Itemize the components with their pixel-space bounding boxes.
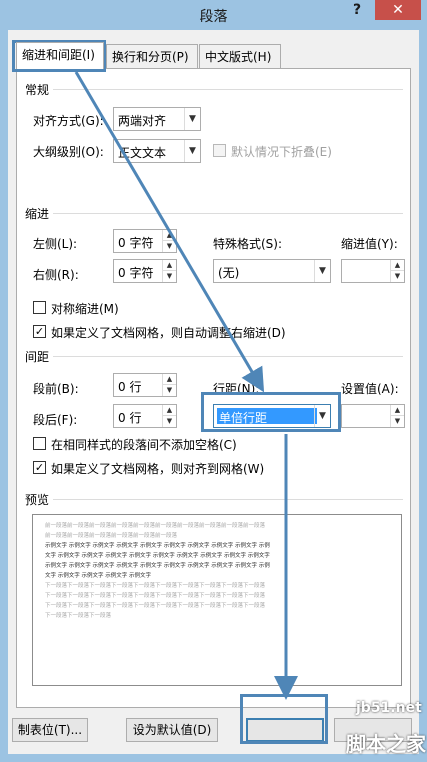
- set-default-button[interactable]: 设为默认值(D): [126, 718, 218, 742]
- spin-up-icon[interactable]: ▲: [391, 260, 404, 271]
- general-divider: [53, 89, 403, 90]
- preview-line: 示例文字 示例文字 示例文字 示例文字 示例文字 示例文字 示例文字 示例文字 …: [45, 563, 270, 569]
- special-label: 特殊格式(S):: [213, 237, 283, 251]
- tab-asian-typography[interactable]: 中文版式(H): [199, 44, 281, 68]
- spacing-divider: [53, 356, 403, 357]
- special-value: (无): [218, 266, 240, 280]
- outline-label: 大纲级别(O):: [33, 145, 104, 159]
- snap-grid-checkbox[interactable]: ✓: [33, 461, 46, 474]
- annotation-box-line-spacing: [201, 392, 341, 432]
- preview-line: 文字 示例文字 示例文字 示例文字 示例文字 示例文字 示例文字 示例文字 示例…: [45, 553, 270, 559]
- annotation-box-ok: [240, 694, 328, 744]
- close-button[interactable]: ✕: [375, 0, 421, 20]
- left-indent-label: 左侧(L):: [33, 237, 78, 251]
- space-before-label: 段前(B):: [33, 382, 79, 396]
- indent-heading: 缩进: [25, 207, 50, 221]
- spinner-buttons: ▲ ▼: [390, 260, 404, 282]
- preview-line: 下一段落下一段落下一段落下一段落下一段落下一段落下一段落下一段落下一段落下一段落: [45, 583, 266, 589]
- right-indent-spinner[interactable]: 0 字符 ▲ ▼: [113, 259, 177, 283]
- spin-down-icon[interactable]: ▼: [163, 416, 176, 427]
- general-heading: 常规: [25, 83, 50, 97]
- at-spinner[interactable]: ▲ ▼: [341, 404, 405, 428]
- outline-select[interactable]: 正文文本 ▼: [113, 139, 201, 163]
- spin-down-icon[interactable]: ▼: [163, 271, 176, 282]
- auto-grid-label: 如果定义了文档网格，则自动调整右缩进(D): [51, 326, 286, 340]
- spin-up-icon[interactable]: ▲: [163, 405, 176, 416]
- spin-up-icon[interactable]: ▲: [163, 374, 176, 385]
- preview-line: 前一段落前一段落前一段落前一段落前一段落前一段落: [45, 533, 178, 539]
- spinner-buttons: ▲ ▼: [162, 374, 176, 396]
- collapse-label: 默认情况下折叠(E): [231, 145, 332, 159]
- no-space-label: 在相同样式的段落间不添加空格(C): [51, 438, 237, 452]
- preview-box: 前一段落前一段落前一段落前一段落前一段落前一段落前一段落前一段落前一段落前一段落…: [32, 514, 402, 686]
- no-space-checkbox[interactable]: [33, 437, 46, 450]
- left-indent-value: 0 字符: [118, 236, 154, 250]
- preview-line: 下一段落下一段落下一段落下一段落下一段落下一段落下一段落下一段落下一段落下一段落: [45, 593, 266, 599]
- spin-up-icon[interactable]: ▲: [163, 230, 176, 241]
- special-select[interactable]: (无) ▼: [213, 259, 331, 283]
- preview-line: 前一段落前一段落前一段落前一段落前一段落前一段落前一段落前一段落前一段落前一段落: [45, 523, 266, 529]
- chevron-down-icon[interactable]: ▼: [184, 108, 200, 130]
- right-indent-label: 右侧(R):: [33, 268, 79, 282]
- indent-divider: [53, 213, 403, 214]
- right-indent-value: 0 字符: [118, 266, 154, 280]
- spin-down-icon[interactable]: ▼: [163, 385, 176, 396]
- watermark-site: jb51.net: [356, 700, 422, 716]
- preview-line: 示例文字 示例文字 示例文字 示例文字 示例文字 示例文字 示例文字 示例文字 …: [45, 543, 270, 549]
- chevron-down-icon[interactable]: ▼: [184, 140, 200, 162]
- space-before-spinner[interactable]: 0 行 ▲ ▼: [113, 373, 177, 397]
- tabs-button[interactable]: 制表位(T)...: [12, 718, 88, 742]
- alignment-select[interactable]: 两端对齐 ▼: [113, 107, 201, 131]
- tab-line-page-breaks[interactable]: 换行和分页(P): [106, 44, 198, 68]
- preview-line: 文字 示例文字 示例文字 示例文字 示例文字: [45, 573, 151, 579]
- mirror-indent-checkbox[interactable]: [33, 301, 46, 314]
- indent-by-label: 缩进值(Y):: [341, 237, 398, 251]
- space-after-spinner[interactable]: 0 行 ▲ ▼: [113, 404, 177, 428]
- spinner-buttons: ▲ ▼: [162, 405, 176, 427]
- help-button[interactable]: ?: [348, 2, 366, 22]
- spacing-heading: 间距: [25, 350, 50, 364]
- spinner-buttons: ▲ ▼: [162, 260, 176, 282]
- spinner-buttons: ▲ ▼: [390, 405, 404, 427]
- indent-by-spinner[interactable]: ▲ ▼: [341, 259, 405, 283]
- spinner-buttons: ▲ ▼: [162, 230, 176, 252]
- title-bar: 段落 ? ✕: [0, 0, 427, 30]
- dialog-window: 段落 ? ✕ 缩进和间距(I) 换行和分页(P) 中文版式(H) 常规 对齐方式…: [0, 0, 427, 762]
- space-after-label: 段后(F):: [33, 413, 78, 427]
- space-after-value: 0 行: [118, 411, 142, 425]
- spin-up-icon[interactable]: ▲: [163, 260, 176, 271]
- preview-line: 下一段落下一段落下一段落: [45, 613, 112, 619]
- auto-grid-checkbox[interactable]: ✓: [33, 325, 46, 338]
- spin-up-icon[interactable]: ▲: [391, 405, 404, 416]
- outline-value: 正文文本: [118, 146, 167, 160]
- chevron-down-icon[interactable]: ▼: [314, 260, 330, 282]
- mirror-indent-label: 对称缩进(M): [51, 302, 119, 316]
- space-before-value: 0 行: [118, 380, 142, 394]
- preview-divider: [53, 499, 403, 500]
- collapse-checkbox[interactable]: [213, 144, 226, 157]
- left-indent-spinner[interactable]: 0 字符 ▲ ▼: [113, 229, 177, 253]
- spin-down-icon[interactable]: ▼: [391, 416, 404, 427]
- watermark-brand: 脚本之家: [346, 732, 426, 756]
- alignment-value: 两端对齐: [118, 114, 167, 128]
- at-label: 设置值(A):: [341, 382, 399, 396]
- preview-heading: 预览: [25, 493, 50, 507]
- snap-grid-label: 如果定义了文档网格，则对齐到网格(W): [51, 462, 265, 476]
- tab-indent-spacing[interactable]: 缩进和间距(I): [16, 42, 104, 69]
- preview-line: 下一段落下一段落下一段落下一段落下一段落下一段落下一段落下一段落下一段落下一段落: [45, 603, 266, 609]
- alignment-label: 对齐方式(G):: [33, 114, 104, 128]
- spin-down-icon[interactable]: ▼: [391, 271, 404, 282]
- spin-down-icon[interactable]: ▼: [163, 241, 176, 252]
